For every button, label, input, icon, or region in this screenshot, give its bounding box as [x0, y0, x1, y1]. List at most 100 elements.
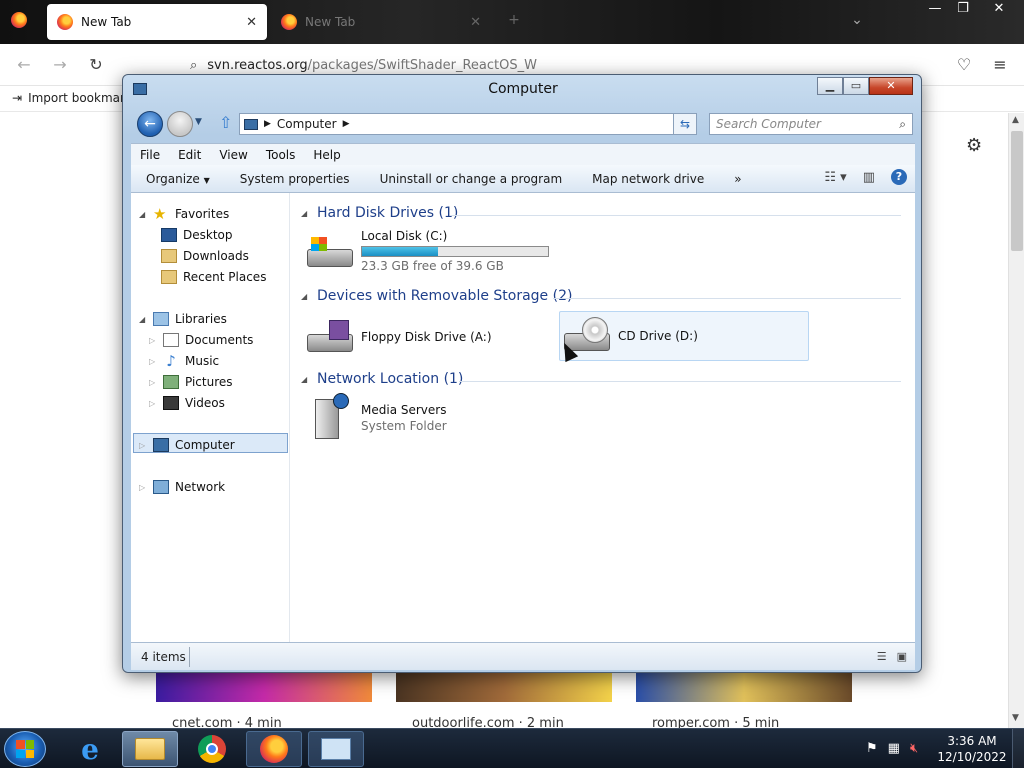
- action-center-flag-icon[interactable]: ⚑: [866, 741, 878, 756]
- uninstall-program-button[interactable]: Uninstall or change a program: [365, 172, 578, 186]
- scroll-up-icon[interactable]: ▲: [1012, 115, 1019, 125]
- collapse-icon[interactable]: ▷: [139, 441, 147, 450]
- taskbar-internet-explorer[interactable]: e: [62, 731, 118, 767]
- chevron-down-icon[interactable]: ⌄: [846, 9, 868, 31]
- pocket-icon[interactable]: ♡: [952, 53, 976, 77]
- show-desktop-button[interactable]: [1012, 729, 1024, 768]
- back-arrow-icon[interactable]: ←: [12, 53, 36, 77]
- expand-icon[interactable]: ◢: [139, 210, 147, 219]
- group-header-network-location[interactable]: ◢ Network Location (1): [301, 371, 463, 387]
- explorer-window-icon: [321, 738, 351, 760]
- nav-desktop[interactable]: Desktop: [161, 228, 233, 242]
- scroll-thumb[interactable]: [1011, 131, 1023, 251]
- menu-tools[interactable]: Tools: [257, 148, 305, 162]
- gear-icon[interactable]: ⚙: [966, 135, 982, 156]
- address-bar[interactable]: ▶ Computer ▶ ▼: [239, 113, 691, 135]
- nav-videos[interactable]: ▷ Videos: [149, 396, 225, 410]
- reload-icon[interactable]: ↻: [84, 53, 108, 77]
- taskbar-firefox[interactable]: [246, 731, 302, 767]
- collapse-icon[interactable]: ▷: [149, 336, 157, 345]
- close-button[interactable]: ✕: [869, 77, 913, 95]
- network-status-icon[interactable]: ▦: [888, 741, 900, 756]
- nav-documents[interactable]: ▷ Documents: [149, 333, 253, 347]
- story-card-image[interactable]: [636, 672, 852, 702]
- nav-network[interactable]: ▷ Network: [139, 480, 225, 494]
- videos-icon: [163, 396, 179, 410]
- chevron-right-icon[interactable]: ▶: [343, 119, 350, 129]
- nav-recent-places[interactable]: Recent Places: [161, 270, 266, 284]
- close-icon[interactable]: ✕: [470, 15, 481, 30]
- large-icons-view-icon[interactable]: ▣: [897, 650, 907, 663]
- more-commands-button[interactable]: »: [719, 172, 756, 186]
- collapse-group-icon[interactable]: ◢: [301, 292, 309, 301]
- menu-help[interactable]: Help: [304, 148, 349, 162]
- menu-file[interactable]: File: [131, 148, 169, 162]
- plus-icon[interactable]: +: [503, 9, 525, 31]
- scroll-down-icon[interactable]: ▼: [1012, 713, 1019, 723]
- details-view-icon[interactable]: ☰: [877, 650, 887, 663]
- firefox-view-icon[interactable]: [8, 9, 30, 31]
- collapse-group-icon[interactable]: ◢: [301, 375, 309, 384]
- nav-libraries[interactable]: ◢ Libraries: [139, 312, 227, 326]
- help-icon[interactable]: ?: [891, 169, 907, 185]
- network-icon: [153, 480, 169, 494]
- collapse-icon[interactable]: ▷: [149, 378, 157, 387]
- minimize-button[interactable]: ▁: [817, 77, 843, 95]
- collapse-icon[interactable]: ▷: [149, 357, 157, 366]
- menu-view[interactable]: View: [210, 148, 256, 162]
- group-header-removable-storage[interactable]: ◢ Devices with Removable Storage (2): [301, 288, 572, 304]
- forward-button[interactable]: [167, 111, 193, 137]
- expand-icon[interactable]: ◢: [139, 315, 147, 324]
- story-card-image[interactable]: [396, 672, 612, 702]
- nav-downloads[interactable]: Downloads: [161, 249, 249, 263]
- explorer-window[interactable]: Computer ▁ ▭ ✕ ← ▼ ⇧ ▶ Computer ▶ ▼ ⇆ Se…: [122, 74, 922, 673]
- refresh-button[interactable]: ⇆: [673, 113, 697, 135]
- tab-new-tab-2[interactable]: New Tab ✕: [271, 4, 491, 40]
- preview-pane-icon[interactable]: ▥: [863, 170, 875, 185]
- breadcrumb[interactable]: Computer: [277, 117, 337, 131]
- collapse-icon[interactable]: ▷: [139, 483, 147, 492]
- story-card-image[interactable]: [156, 672, 372, 702]
- group-header-hard-disk-drives[interactable]: ◢ Hard Disk Drives (1): [301, 205, 458, 221]
- floppy-drive-icon: [307, 320, 353, 354]
- nav-favorites[interactable]: ◢ ★ Favorites: [139, 207, 229, 222]
- tab-new-tab-1[interactable]: New Tab ✕: [47, 4, 267, 40]
- hamburger-menu-icon[interactable]: ≡: [988, 53, 1012, 77]
- clock[interactable]: 3:36 AM 12/10/2022: [936, 733, 1008, 765]
- taskbar-explorer-window[interactable]: [308, 731, 364, 767]
- clock-date: 12/10/2022: [937, 750, 1007, 764]
- collapse-icon[interactable]: ▷: [149, 399, 157, 408]
- folder-type: System Folder: [361, 419, 447, 433]
- search-icon[interactable]: ⌕: [899, 117, 906, 132]
- back-button[interactable]: ←: [137, 111, 163, 137]
- taskbar-chrome[interactable]: [184, 731, 240, 767]
- nav-computer[interactable]: ▷ Computer: [139, 438, 235, 452]
- taskbar-file-explorer[interactable]: [122, 731, 178, 767]
- media-servers-folder[interactable]: Media Servers System Folder: [307, 393, 557, 441]
- close-icon[interactable]: ✕: [246, 15, 257, 30]
- page-scrollbar[interactable]: ▲ ▼: [1008, 113, 1024, 728]
- drive-cd-d[interactable]: CD Drive (D:): [559, 311, 809, 361]
- system-properties-button[interactable]: System properties: [225, 172, 365, 186]
- menu-edit[interactable]: Edit: [169, 148, 210, 162]
- organize-button[interactable]: Organize ▼: [131, 172, 225, 186]
- chevron-down-icon[interactable]: ▼: [195, 117, 202, 127]
- nav-pictures[interactable]: ▷ Pictures: [149, 375, 233, 389]
- map-network-drive-button[interactable]: Map network drive: [577, 172, 719, 186]
- restore-icon[interactable]: ❐: [948, 0, 978, 20]
- import-icon: ⇥: [12, 91, 23, 105]
- search-input[interactable]: Search Computer ⌕: [709, 113, 913, 135]
- view-options-icon[interactable]: ☷ ▾: [824, 170, 846, 185]
- collapse-group-icon[interactable]: ◢: [301, 209, 309, 218]
- volume-muted-icon[interactable]: 🔇︎: [910, 741, 918, 756]
- nav-music[interactable]: ▷ ♪ Music: [149, 354, 219, 369]
- up-arrow-icon[interactable]: ⇧: [219, 113, 232, 132]
- forward-arrow-icon[interactable]: →: [48, 53, 72, 77]
- start-button[interactable]: [4, 731, 46, 767]
- minimize-icon[interactable]: —: [920, 0, 950, 20]
- close-window-icon[interactable]: ✕: [984, 0, 1014, 20]
- drive-local-disk-c[interactable]: Local Disk (C:) 23.3 GB free of 39.6 GB: [307, 229, 557, 273]
- media-server-icon: [307, 393, 353, 441]
- maximize-button[interactable]: ▭: [843, 77, 869, 95]
- drive-floppy-a[interactable]: Floppy Disk Drive (A:): [307, 313, 557, 361]
